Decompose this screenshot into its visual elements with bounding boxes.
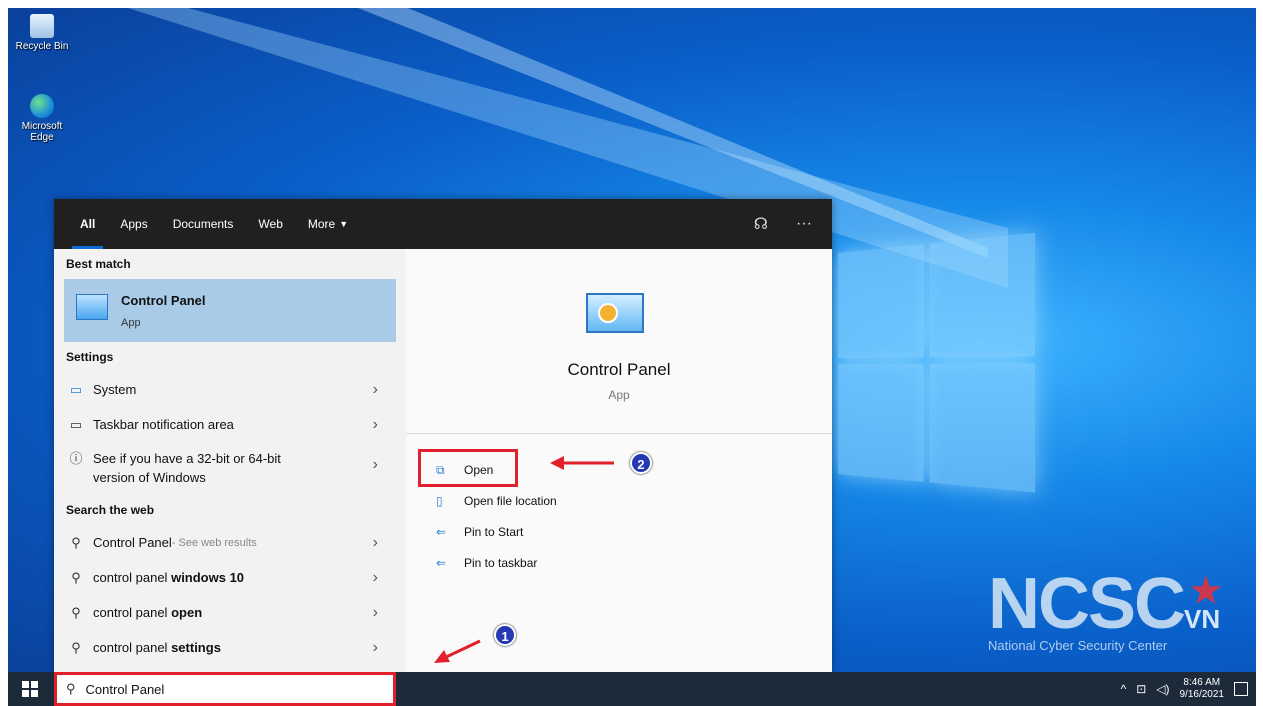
pin-to-start-action[interactable]: ⇐ Pin to Start [436,519,523,545]
caret-down-icon: ▼ [339,219,349,229]
web-result-item[interactable]: ⚲ Control Panel - See web results › [54,525,396,560]
tab-all[interactable]: All [71,199,104,249]
section-heading: Search the web [66,503,155,517]
search-icon: ⚲ [71,569,81,585]
chevron-right-icon: › [372,568,378,586]
step-1-badge: 1 [494,624,516,646]
chevron-right-icon: › [372,380,378,398]
search-icon: ⚲ [71,534,81,550]
edge-icon [30,94,54,118]
control-panel-icon [76,294,108,320]
folder-icon: ▯ [436,494,443,508]
recycle-bin-desktop-icon[interactable]: Recycle Bin [12,14,72,52]
settings-item-taskbar[interactable]: ▭ Taskbar notification area › [54,407,396,442]
arrow-to-search-annotation [434,639,481,663]
system-tray: ^ ⊡ ◁) 8:46 AM 9/16/2021 [1121,672,1248,706]
windows-logo-wallpaper [838,232,1036,503]
network-icon[interactable]: ⊡ [1136,682,1146,696]
search-icon: ⚲ [71,604,81,620]
chevron-right-icon: › [372,603,378,621]
tab-documents[interactable]: Documents [173,199,234,249]
chevron-right-icon: › [372,456,378,473]
taskbar: ⚲ Control Panel ^ ⊡ ◁) 8:46 AM 9/16/2021 [8,672,1256,706]
taskbar-icon: ▭ [69,416,83,432]
chevron-up-icon[interactable]: ^ [1121,682,1127,696]
recycle-bin-icon [30,14,54,38]
chevron-right-icon: › [372,415,378,433]
tab-apps[interactable]: Apps [120,199,147,249]
star-icon: ★ [1188,569,1224,613]
open-highlight-box [418,449,518,487]
desktop: Recycle Bin Microsoft Edge All Apps Docu… [8,8,1256,706]
search-highlight-box [54,672,396,706]
arrow-to-open-annotation [550,456,614,470]
detail-title: Control Panel [567,360,671,379]
settings-item-bitness[interactable]: ⓘ See if you have a 32-bit or 64-bit vers… [54,442,396,495]
web-result-item[interactable]: ⚲ control panel open › [54,595,396,630]
section-heading: Best match [66,257,131,271]
info-icon: ⓘ [69,451,83,466]
web-result-item[interactable]: ⚲ control panel settings › [54,630,396,665]
clock[interactable]: 8:46 AM 9/16/2021 [1180,677,1225,701]
web-result-item[interactable]: ⚲ control panel windows 10 › [54,560,396,595]
pin-icon: ⇐ [436,525,447,539]
divider [406,433,832,434]
chevron-right-icon: › [372,638,378,656]
notification-icon[interactable] [1234,682,1248,696]
detail-type: App [608,388,630,402]
results-list: Best match Control Panel App Settings ▭ … [54,249,396,672]
best-match-control-panel[interactable]: Control Panel App [64,279,396,342]
section-heading: Settings [66,350,114,364]
start-button[interactable] [22,681,38,697]
edge-desktop-icon[interactable]: Microsoft Edge [12,94,72,143]
volume-icon[interactable]: ◁) [1156,682,1169,696]
pin-to-taskbar-action[interactable]: ⇐ Pin to taskbar [436,550,537,576]
step-2-badge: 2 [630,452,652,474]
open-file-location-action[interactable]: ▯ Open file location [436,488,557,514]
tab-web[interactable]: Web [258,199,282,249]
search-flyout: All Apps Documents Web More ▼ ☊ ··· Best … [54,199,832,672]
control-panel-large-icon [586,293,644,333]
monitor-icon: ▭ [69,381,83,397]
tab-more[interactable]: More ▼ [308,199,348,249]
settings-item-system[interactable]: ▭ System › [54,372,396,407]
feedback-icon[interactable]: ☊ [754,214,768,234]
pin-icon: ⇐ [436,556,447,570]
search-icon: ⚲ [71,639,81,655]
search-tabs-bar: All Apps Documents Web More ▼ ☊ ··· [54,199,832,249]
more-options-icon[interactable]: ··· [796,215,812,233]
chevron-right-icon: › [372,533,378,551]
ncsc-watermark-logo: NCSCVN ★ National Cyber Security Center [988,564,1224,653]
